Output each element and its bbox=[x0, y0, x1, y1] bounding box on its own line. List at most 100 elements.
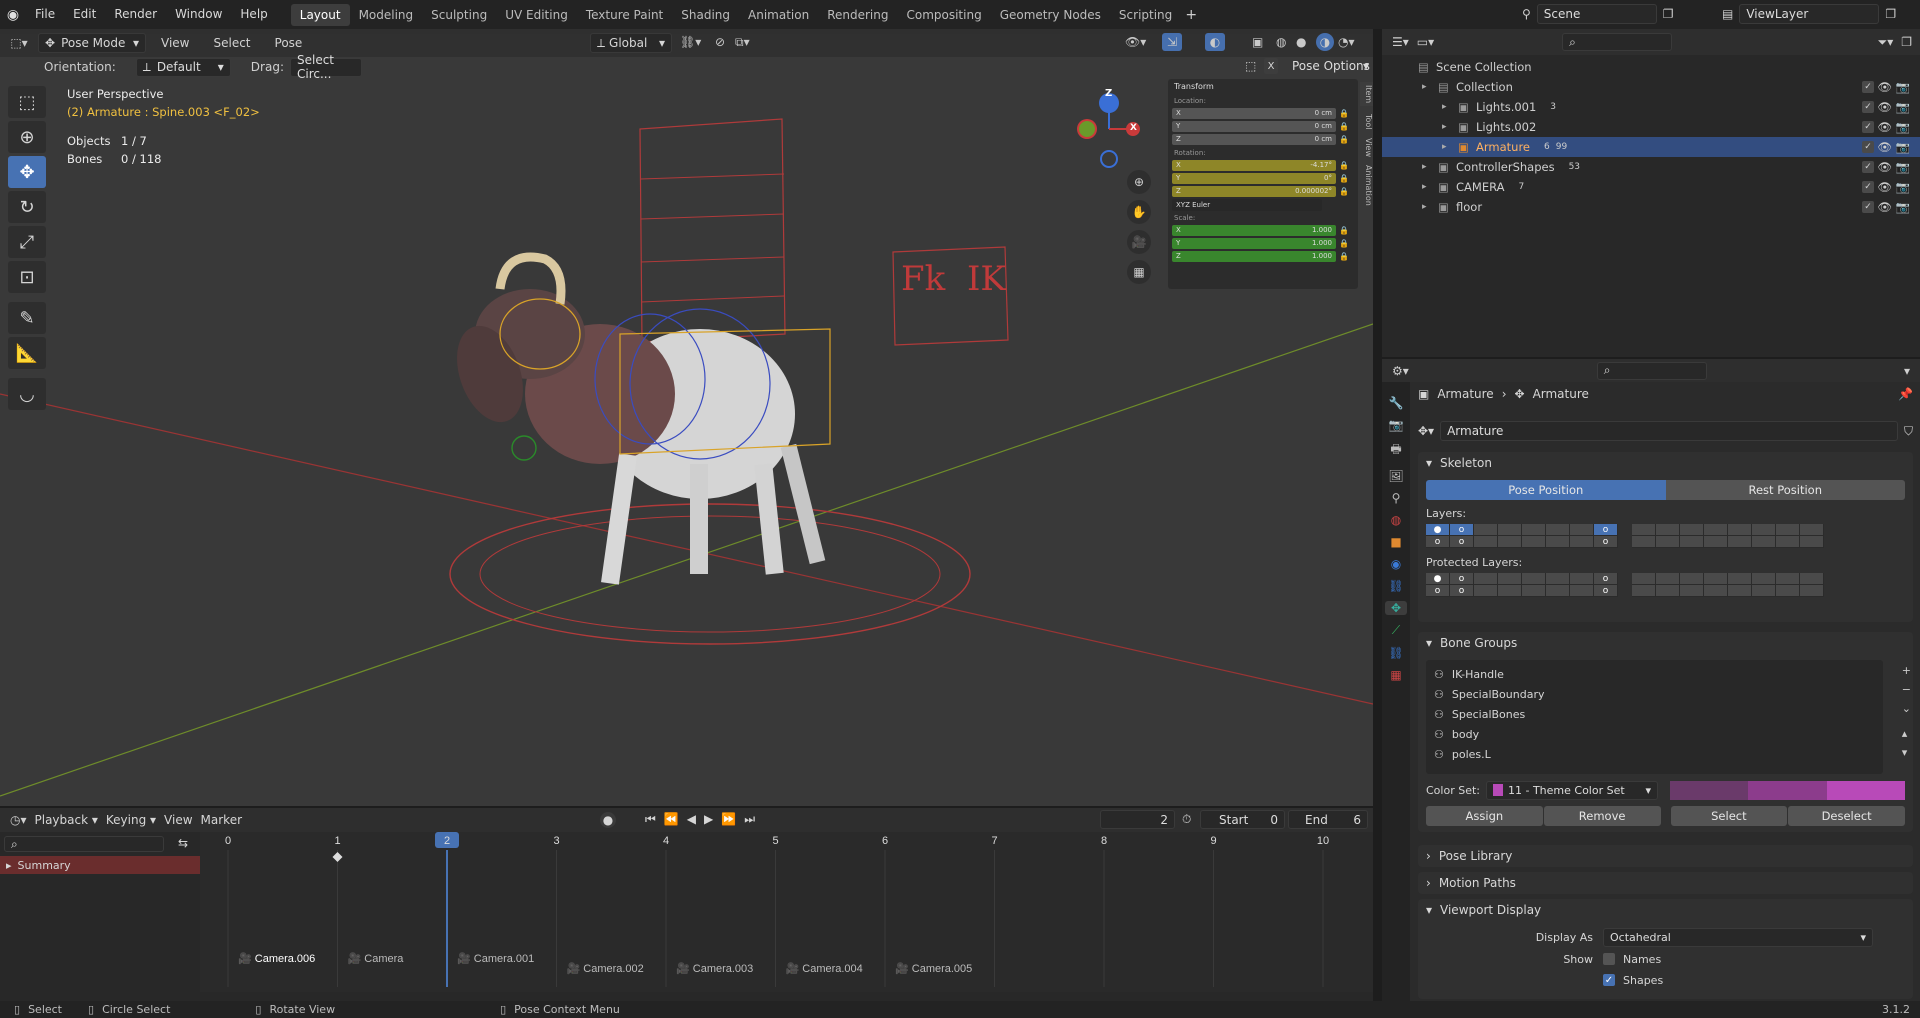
constraints-tab-icon[interactable]: ⛓ bbox=[1388, 579, 1403, 593]
mode-selector[interactable]: ✥ Pose Mode ▾ bbox=[38, 33, 146, 53]
current-frame-field[interactable]: 2 bbox=[1100, 810, 1175, 829]
camera-marker[interactable]: 🎥 Camera bbox=[348, 952, 405, 965]
layer-toggle[interactable] bbox=[1752, 536, 1776, 548]
menu-help[interactable]: Help bbox=[231, 0, 276, 29]
jump-end-icon[interactable]: ⏭ bbox=[744, 812, 755, 827]
layer-toggle[interactable] bbox=[1498, 585, 1522, 597]
lock-icon[interactable]: 🔒 bbox=[1336, 161, 1352, 170]
eye-icon[interactable]: 👁 bbox=[1877, 200, 1892, 214]
tab-uv-editing[interactable]: UV Editing bbox=[496, 4, 577, 26]
layer-toggle[interactable] bbox=[1728, 585, 1752, 597]
pin-icon[interactable]: 📌 bbox=[1898, 387, 1913, 401]
new-collection-icon[interactable]: ❐ bbox=[1901, 35, 1912, 49]
menu-render[interactable]: Render bbox=[105, 0, 166, 29]
scale-x-field[interactable]: X 1.000 bbox=[1172, 224, 1336, 236]
chevron-down-icon[interactable]: ⌄ bbox=[1902, 702, 1911, 715]
tab-texture-paint[interactable]: Texture Paint bbox=[577, 4, 672, 26]
bone-tab-icon[interactable]: ⟋ bbox=[1392, 623, 1400, 638]
layer-toggle[interactable] bbox=[1522, 536, 1546, 548]
copy-icon[interactable]: ❐ bbox=[1663, 7, 1674, 21]
layer-toggle[interactable] bbox=[1546, 573, 1570, 585]
active-color-swatch[interactable] bbox=[1826, 780, 1905, 800]
scale-z-field[interactable]: Z 1.000 bbox=[1172, 250, 1336, 262]
eye-icon[interactable]: 👁 bbox=[1877, 80, 1892, 94]
tab-geometry-nodes[interactable]: Geometry Nodes bbox=[991, 4, 1110, 26]
exclude-checkbox[interactable]: ✓ bbox=[1862, 161, 1874, 173]
camera-marker[interactable]: 🎥 Camera.002 bbox=[567, 962, 644, 975]
layer-toggle[interactable] bbox=[1570, 536, 1594, 548]
marker-menu[interactable]: Marker bbox=[201, 813, 242, 827]
layer-toggle[interactable] bbox=[1498, 524, 1522, 536]
layer-toggle[interactable] bbox=[1680, 524, 1704, 536]
layer-toggle[interactable]: o bbox=[1594, 585, 1618, 597]
drag-dropdown[interactable]: Select Circ... bbox=[289, 53, 362, 81]
bone-group-item[interactable]: ⚇ poles.L bbox=[1426, 744, 1883, 764]
tab-animation[interactable]: Animation bbox=[739, 4, 818, 26]
object-tab-icon[interactable]: ■ bbox=[1390, 535, 1401, 549]
physics-tab-icon[interactable]: ◉ bbox=[1391, 557, 1401, 571]
outliner-row[interactable]: ▸ ▣ CAMERA 7 ✓ 👁 📷 bbox=[1382, 177, 1920, 197]
remove-button[interactable]: Remove bbox=[1543, 806, 1661, 826]
outliner-row[interactable]: ▸ ▣ ControllerShapes 53 ✓ 👁 📷 bbox=[1382, 157, 1920, 177]
rotation-mode-dropdown[interactable]: XYZ Euler bbox=[1172, 199, 1322, 211]
view-layer-field[interactable]: ViewLayer bbox=[1739, 4, 1880, 24]
layer-toggle[interactable] bbox=[1522, 524, 1546, 536]
rest-position-button[interactable]: Rest Position bbox=[1665, 480, 1905, 500]
outliner-row[interactable]: ▸ ▤ Collection ✓ 👁 📷 bbox=[1382, 77, 1920, 97]
layer-toggle[interactable] bbox=[1800, 524, 1824, 536]
camera-icon[interactable]: 📷 bbox=[1896, 180, 1910, 194]
layer-toggle[interactable] bbox=[1656, 573, 1680, 585]
viewport-display-header[interactable]: ▾ Viewport Display bbox=[1418, 899, 1913, 921]
copy-icon[interactable]: ❐ bbox=[1885, 7, 1896, 21]
location-z-field[interactable]: Z0 cm bbox=[1172, 133, 1336, 145]
transform-tool-icon[interactable]: ⊡ bbox=[8, 261, 46, 293]
display-as-dropdown[interactable]: Octahedral ▾ bbox=[1603, 927, 1873, 947]
tab-modeling[interactable]: Modeling bbox=[350, 4, 423, 26]
layer-toggle[interactable] bbox=[1632, 573, 1656, 585]
outliner-row[interactable]: ▸ ▣ Armature 6 99 ✓ 👁 📷 bbox=[1382, 137, 1920, 157]
scene-tab-icon[interactable]: ⚲ bbox=[1392, 491, 1401, 505]
layer-toggle[interactable] bbox=[1680, 536, 1704, 548]
scale-tool-icon[interactable]: ⤢ bbox=[8, 226, 46, 258]
lock-icon[interactable]: 🔒 bbox=[1336, 109, 1352, 118]
camera-marker[interactable]: 🎥 Camera.004 bbox=[786, 962, 863, 975]
tab-animation[interactable]: Animation bbox=[1360, 165, 1373, 206]
camera-icon[interactable]: 📷 bbox=[1896, 200, 1910, 214]
layer-toggle[interactable]: o bbox=[1450, 573, 1474, 585]
layer-toggle[interactable] bbox=[1800, 573, 1824, 585]
prev-keyframe-icon[interactable]: ⏪ bbox=[664, 812, 679, 827]
bone-group-item[interactable]: ⚇ SpecialBones bbox=[1426, 704, 1883, 724]
gizmo-toggle-icon[interactable]: ⇲ bbox=[1162, 33, 1182, 51]
layer-toggle[interactable] bbox=[1570, 573, 1594, 585]
view-menu[interactable]: View bbox=[164, 813, 192, 827]
outliner-row[interactable]: ▸ ▣ floor ✓ 👁 📷 bbox=[1382, 197, 1920, 217]
outliner-row[interactable]: ▤ Scene Collection bbox=[1382, 57, 1920, 77]
camera-icon[interactable]: 📷 bbox=[1896, 160, 1910, 174]
annotate-tool-icon[interactable]: ✎ bbox=[8, 302, 46, 334]
menu-view[interactable]: View bbox=[152, 29, 198, 57]
filter-icon[interactable]: ⏷▾ bbox=[1878, 35, 1894, 50]
camera-icon[interactable]: 📷 bbox=[1896, 80, 1910, 94]
layer-toggle[interactable] bbox=[1800, 536, 1824, 548]
summary-channel[interactable]: ▸ Summary bbox=[0, 856, 200, 874]
remove-icon[interactable]: − bbox=[1902, 683, 1911, 696]
orientation-dropdown[interactable]: ⟂ Default ▾ bbox=[135, 57, 231, 77]
lock-icon[interactable]: 🔒 bbox=[1336, 226, 1352, 235]
texture-tab-icon[interactable]: ▦ bbox=[1390, 668, 1401, 682]
move-up-icon[interactable]: ▴ bbox=[1902, 727, 1911, 740]
channel-search-input[interactable]: ⌕ bbox=[4, 836, 164, 852]
add-icon[interactable]: + bbox=[1902, 664, 1911, 677]
material-shading-icon[interactable]: ◑ bbox=[1316, 33, 1334, 51]
bone-groups-header[interactable]: ▾ Bone Groups bbox=[1418, 632, 1913, 654]
fake-user-icon[interactable]: ⛉ bbox=[1904, 424, 1913, 439]
color-set-dropdown[interactable]: 11 - Theme Color Set ▾ bbox=[1486, 780, 1658, 800]
render-tab-icon[interactable]: 📷 bbox=[1389, 418, 1404, 432]
transform-orientation[interactable]: ⟂ Global ▾ bbox=[590, 33, 672, 53]
skeleton-header[interactable]: ▾ Skeleton bbox=[1418, 452, 1913, 474]
properties-search-input[interactable]: ⌕ bbox=[1596, 361, 1707, 380]
layers-grid[interactable]: ● o o o o o bbox=[1426, 524, 1913, 548]
chevron-down-icon[interactable]: ▸ bbox=[1422, 162, 1438, 172]
pan-hand-icon[interactable]: ✋ bbox=[1127, 200, 1151, 224]
layer-toggle[interactable] bbox=[1570, 524, 1594, 536]
chevron-down-icon[interactable]: ▸ bbox=[1442, 122, 1458, 132]
